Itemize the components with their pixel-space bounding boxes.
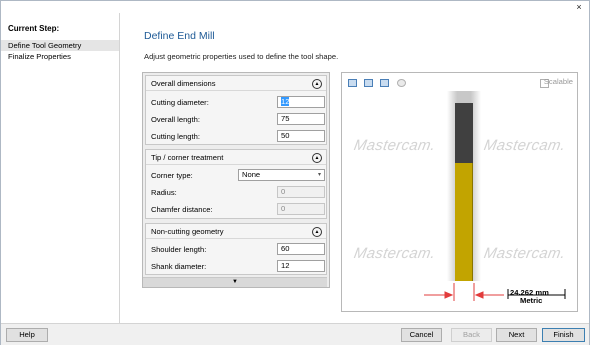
corner-type-value: None bbox=[242, 170, 261, 179]
close-icon[interactable]: × bbox=[573, 2, 585, 12]
chevron-down-icon: ▼ bbox=[232, 279, 238, 285]
page-title: Define End Mill bbox=[144, 30, 215, 42]
cutting-diameter-label: Cutting diameter: bbox=[151, 98, 209, 107]
parameters-panel: Overall dimensions ▲ Cutting diameter: 1… bbox=[142, 72, 330, 288]
dimension-graphics bbox=[424, 283, 566, 301]
corner-type-label: Corner type: bbox=[151, 171, 193, 180]
page-description: Adjust geometric properties used to defi… bbox=[144, 52, 339, 61]
help-button[interactable]: Help bbox=[6, 328, 48, 342]
overall-dimensions-section: Overall dimensions ▲ Cutting diameter: 1… bbox=[145, 75, 327, 145]
section-header[interactable]: Tip / corner treatment ▲ bbox=[146, 150, 326, 165]
corner-type-select[interactable]: None ▾ bbox=[238, 169, 325, 181]
shank-diameter-label: Shank diameter: bbox=[151, 262, 207, 271]
collapse-icon[interactable]: ▲ bbox=[312, 79, 322, 89]
shank-diameter-input[interactable]: 12 bbox=[277, 260, 325, 272]
shoulder-length-input[interactable]: 60 bbox=[277, 243, 325, 255]
cutting-length-input[interactable]: 50 bbox=[277, 130, 325, 142]
current-step-heading: Current Step: bbox=[8, 24, 60, 33]
back-button[interactable]: Back bbox=[451, 328, 492, 342]
collapse-icon[interactable]: ▲ bbox=[312, 153, 322, 163]
section-title: Tip / corner treatment bbox=[151, 153, 224, 162]
dimension-unit: Metric bbox=[520, 296, 543, 305]
radius-label: Radius: bbox=[151, 188, 177, 197]
steps-sidebar: Current Step: Define Tool Geometry Final… bbox=[1, 13, 120, 323]
section-title: Overall dimensions bbox=[151, 79, 216, 88]
shoulder-length-label: Shoulder length: bbox=[151, 245, 207, 254]
title-bar: × bbox=[1, 1, 589, 13]
step-finalize-properties[interactable]: Finalize Properties bbox=[1, 51, 119, 62]
chamfer-distance-input[interactable]: 0 bbox=[277, 203, 325, 215]
cancel-button[interactable]: Cancel bbox=[401, 328, 442, 342]
finish-button[interactable]: Finish bbox=[542, 328, 585, 342]
next-button[interactable]: Next bbox=[496, 328, 537, 342]
tip-corner-section: Tip / corner treatment ▲ Corner type: No… bbox=[145, 149, 327, 219]
section-header[interactable]: Overall dimensions ▲ bbox=[146, 76, 326, 91]
step-define-tool-geometry[interactable]: Define Tool Geometry bbox=[1, 40, 119, 51]
section-header[interactable]: Non-cutting geometry ▲ bbox=[146, 224, 326, 239]
chevron-down-icon: ▾ bbox=[317, 172, 321, 178]
tool-preview-pane: Scalable Mastercam. Mastercam. Mastercam… bbox=[341, 72, 578, 312]
tool-wizard-dialog: × Current Step: Define Tool Geometry Fin… bbox=[0, 0, 590, 345]
cutting-diameter-input[interactable]: 12 bbox=[277, 96, 325, 108]
diameter-arrows bbox=[424, 283, 504, 301]
overall-length-label: Overall length: bbox=[151, 115, 200, 124]
non-cutting-geometry-section: Non-cutting geometry ▲ Shoulder length: … bbox=[145, 223, 327, 275]
section-title: Non-cutting geometry bbox=[151, 227, 224, 236]
collapse-icon[interactable]: ▲ bbox=[312, 227, 322, 237]
radius-input[interactable]: 0 bbox=[277, 186, 325, 198]
chamfer-distance-label: Chamfer distance: bbox=[151, 205, 213, 214]
footer-bar: Help Cancel Back Next Finish bbox=[1, 323, 589, 345]
cutting-length-label: Cutting length: bbox=[151, 132, 200, 141]
overall-length-input[interactable]: 75 bbox=[277, 113, 325, 125]
scroll-more-button[interactable]: ▼ bbox=[143, 277, 327, 287]
